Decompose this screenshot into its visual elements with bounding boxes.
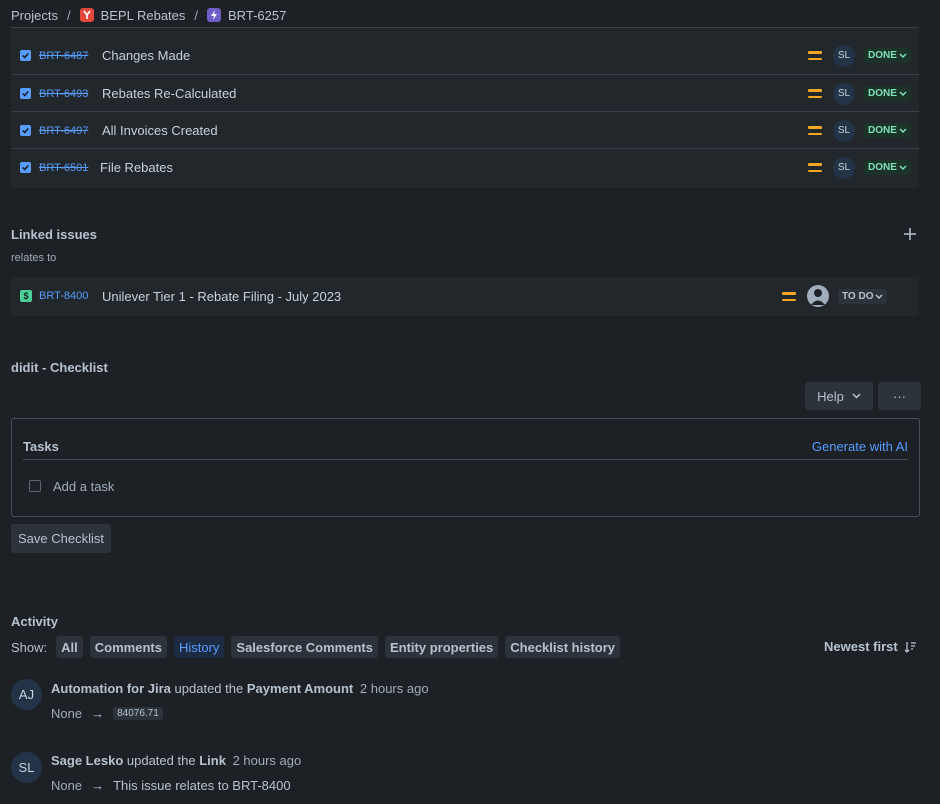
- activity-title: Activity: [11, 614, 58, 629]
- checkbox-checked-icon[interactable]: [20, 50, 31, 61]
- child-issue-summary[interactable]: All Invoices Created: [102, 123, 218, 138]
- status-lozenge[interactable]: DONE: [864, 123, 911, 138]
- arrow-right-icon: →: [91, 706, 105, 721]
- child-issue-row[interactable]: BRT-6493 Rebates Re-Calculated SL DONE: [11, 74, 919, 112]
- filter-salesforce-comments[interactable]: Salesforce Comments: [231, 636, 378, 658]
- filter-comments[interactable]: Comments: [89, 636, 167, 658]
- add-task-input[interactable]: Add a task: [53, 479, 114, 494]
- status-lozenge[interactable]: DONE: [864, 160, 911, 175]
- breadcrumb: Projects / BEPL Rebates / BRT-6257: [11, 6, 286, 24]
- priority-medium-icon: [782, 292, 796, 301]
- status-lozenge[interactable]: DONE: [864, 86, 911, 101]
- filter-entity-properties[interactable]: Entity properties: [384, 636, 499, 658]
- activity-change: None → 84076.71: [51, 706, 163, 721]
- priority-medium-icon: [808, 89, 822, 98]
- activity-actor[interactable]: Automation for Jira: [51, 681, 171, 696]
- child-issue-key[interactable]: BRT-6493: [39, 88, 88, 100]
- save-checklist-button[interactable]: Save Checklist: [11, 524, 111, 553]
- avatar[interactable]: AJ: [11, 679, 42, 710]
- chevron-down-icon: [899, 164, 907, 170]
- avatar[interactable]: SL: [833, 44, 855, 67]
- child-issue-summary[interactable]: Rebates Re-Calculated: [102, 86, 236, 101]
- checkbox-checked-icon[interactable]: [20, 88, 31, 99]
- filter-history[interactable]: History: [173, 636, 225, 658]
- child-issue-summary[interactable]: Changes Made: [102, 48, 190, 63]
- child-issue-row[interactable]: BRT-6501 File Rebates SL DONE: [11, 148, 919, 186]
- filter-checklist-history[interactable]: Checklist history: [505, 636, 621, 658]
- activity-time: 2 hours ago: [232, 753, 302, 768]
- breadcrumb-project[interactable]: BEPL Rebates: [79, 7, 186, 23]
- priority-medium-icon: [808, 126, 822, 135]
- activity-field: Payment Amount: [246, 681, 354, 696]
- more-actions-button[interactable]: ···: [878, 382, 921, 410]
- linked-issues-title: Linked issues: [11, 227, 97, 242]
- epic-icon: [207, 8, 222, 22]
- activity-entry-header: Automation for Jira updated the Payment …: [51, 681, 429, 696]
- priority-medium-icon: [808, 163, 822, 172]
- sort-order-button[interactable]: Newest first: [824, 639, 917, 654]
- status-lozenge[interactable]: DONE: [864, 48, 911, 63]
- breadcrumb-project-label: BEPL Rebates: [100, 7, 186, 23]
- tasks-header: Tasks: [23, 439, 59, 454]
- activity-change: None → This issue relates to BRT-8400: [51, 778, 291, 793]
- child-issue-summary[interactable]: File Rebates: [100, 160, 173, 175]
- project-avatar-icon: [79, 8, 94, 22]
- status-lozenge[interactable]: TO DO: [838, 289, 888, 304]
- linked-issue-key[interactable]: BRT-8400: [39, 290, 88, 302]
- checkbox-checked-icon[interactable]: [20, 162, 31, 173]
- child-issues-table: BRT-6487 Changes Made SL DONE BRT-6493 R…: [11, 27, 919, 188]
- checkbox-unchecked-icon[interactable]: [29, 480, 41, 492]
- breadcrumb-separator: /: [194, 7, 199, 23]
- sort-descending-icon: [904, 641, 916, 653]
- plus-icon: [904, 228, 916, 240]
- chevron-down-icon: [899, 52, 907, 58]
- activity-field: Link: [199, 753, 226, 768]
- chevron-down-icon: [899, 127, 907, 133]
- dollar-issue-type-icon: $: [20, 290, 32, 302]
- chevron-down-icon: [899, 90, 907, 96]
- child-issue-key[interactable]: BRT-6501: [39, 162, 88, 174]
- child-issue-row[interactable]: BRT-6487 Changes Made SL DONE: [11, 37, 919, 74]
- show-label: Show:: [11, 639, 48, 655]
- avatar[interactable]: SL: [833, 119, 855, 142]
- checklist-title: didit - Checklist: [11, 360, 108, 375]
- breadcrumb-separator: /: [66, 7, 71, 23]
- breadcrumb-projects[interactable]: Projects: [11, 8, 58, 23]
- child-issue-key[interactable]: BRT-6497: [39, 125, 88, 137]
- priority-medium-icon: [808, 51, 822, 60]
- child-issue-row[interactable]: BRT-6497 All Invoices Created SL DONE: [11, 111, 919, 149]
- unassigned-avatar-icon[interactable]: [807, 285, 829, 307]
- help-dropdown-button[interactable]: Help: [805, 382, 873, 410]
- linked-issue-summary[interactable]: Unilever Tier 1 - Rebate Filing - July 2…: [102, 289, 341, 304]
- breadcrumb-issue[interactable]: BRT-6257: [207, 8, 286, 23]
- activity-actor[interactable]: Sage Lesko: [51, 753, 123, 768]
- activity-entry-header: Sage Lesko updated the Link 2 hours ago: [51, 753, 302, 768]
- linked-issue-row[interactable]: $ BRT-8400 Unilever Tier 1 - Rebate Fili…: [11, 277, 919, 316]
- checklist-tasks-panel: Tasks Generate with AI Add a task: [11, 418, 920, 517]
- activity-filter-bar: Show: All Comments History Salesforce Co…: [11, 636, 621, 658]
- more-icon: ···: [893, 388, 906, 404]
- arrow-right-icon: →: [91, 778, 105, 793]
- checkbox-checked-icon[interactable]: [20, 125, 31, 136]
- child-issue-key[interactable]: BRT-6487: [39, 50, 88, 62]
- breadcrumb-issue-label: BRT-6257: [228, 7, 287, 23]
- avatar[interactable]: SL: [11, 752, 42, 783]
- avatar[interactable]: SL: [833, 156, 855, 179]
- chevron-down-icon: [875, 293, 884, 299]
- generate-with-ai-link[interactable]: Generate with AI: [812, 439, 908, 454]
- relation-label: relates to: [11, 252, 57, 264]
- filter-all[interactable]: All: [56, 636, 83, 658]
- divider: [23, 459, 908, 460]
- add-linked-issue-button[interactable]: [903, 227, 917, 241]
- avatar[interactable]: SL: [833, 82, 855, 105]
- activity-time: 2 hours ago: [359, 681, 429, 696]
- chevron-down-icon: [852, 393, 861, 399]
